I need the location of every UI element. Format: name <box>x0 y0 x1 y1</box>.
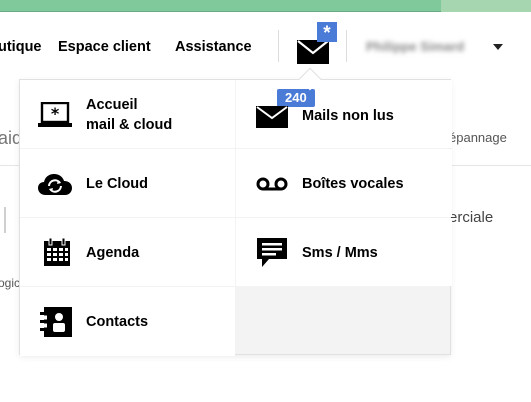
envelope-icon <box>256 106 288 128</box>
chevron-down-icon <box>493 44 503 50</box>
background-commerciale-text: erciale <box>449 209 494 226</box>
menu-item-contacts[interactable]: Contacts <box>20 287 235 356</box>
nav-link-assistance[interactable]: Assistance <box>175 39 252 55</box>
menu-item-boites-vocales-label: Boîtes vocales <box>302 176 404 192</box>
user-account-menu[interactable]: Philippe Simard <box>366 38 506 56</box>
mail-dropdown-menu: * Accueil mail & cloud 240 Mails non lus… <box>19 79 452 356</box>
background-divider <box>449 165 531 166</box>
unread-count-badge: 240 <box>277 89 315 107</box>
background-divider <box>4 207 6 233</box>
background-divider <box>0 165 20 166</box>
mail-menu-button[interactable]: * <box>293 22 341 70</box>
menu-item-sms-label: Sms / Mms <box>302 245 378 261</box>
menu-item-mails-label: Mails non lus <box>302 108 394 124</box>
nav-divider <box>346 30 347 62</box>
top-navigation: utique Espace client Assistance * Philip… <box>0 12 531 80</box>
menu-item-accueil-line2: mail & cloud <box>86 117 173 133</box>
nav-link-boutique[interactable]: utique <box>0 39 42 55</box>
menu-item-contacts-label: Contacts <box>86 314 149 330</box>
background-depannage-text: épannage <box>449 130 507 145</box>
menu-item-boites-vocales[interactable]: Boîtes vocales <box>236 149 452 217</box>
calendar-icon <box>44 238 70 266</box>
menu-item-agenda-label: Agenda <box>86 245 140 261</box>
message-bubble-icon <box>257 238 287 267</box>
menu-item-accueil[interactable]: * Accueil mail & cloud <box>20 80 235 148</box>
cloud-sync-icon <box>38 174 72 195</box>
address-book-icon <box>40 307 72 337</box>
laptop-icon: * <box>38 102 72 127</box>
menu-item-accueil-line1: Accueil <box>86 97 138 113</box>
background-logic-text: ogic <box>0 276 21 290</box>
banner-map-texture <box>441 0 531 12</box>
menu-item-mails-non-lus[interactable]: 240 Mails non lus <box>236 80 452 148</box>
svg-text:*: * <box>51 104 60 123</box>
menu-item-agenda[interactable]: Agenda <box>20 218 235 286</box>
menu-item-cloud-label: Le Cloud <box>86 176 149 192</box>
nav-link-espace-client[interactable]: Espace client <box>58 39 151 55</box>
voicemail-icon <box>256 177 288 191</box>
menu-item-sms-mms[interactable]: Sms / Mms <box>236 218 452 286</box>
menu-item-cloud[interactable]: Le Cloud <box>20 149 235 217</box>
user-name: Philippe Simard <box>366 39 465 54</box>
mail-star-badge: * <box>317 22 337 44</box>
nav-divider <box>278 30 279 62</box>
top-banner-strip <box>0 0 531 12</box>
